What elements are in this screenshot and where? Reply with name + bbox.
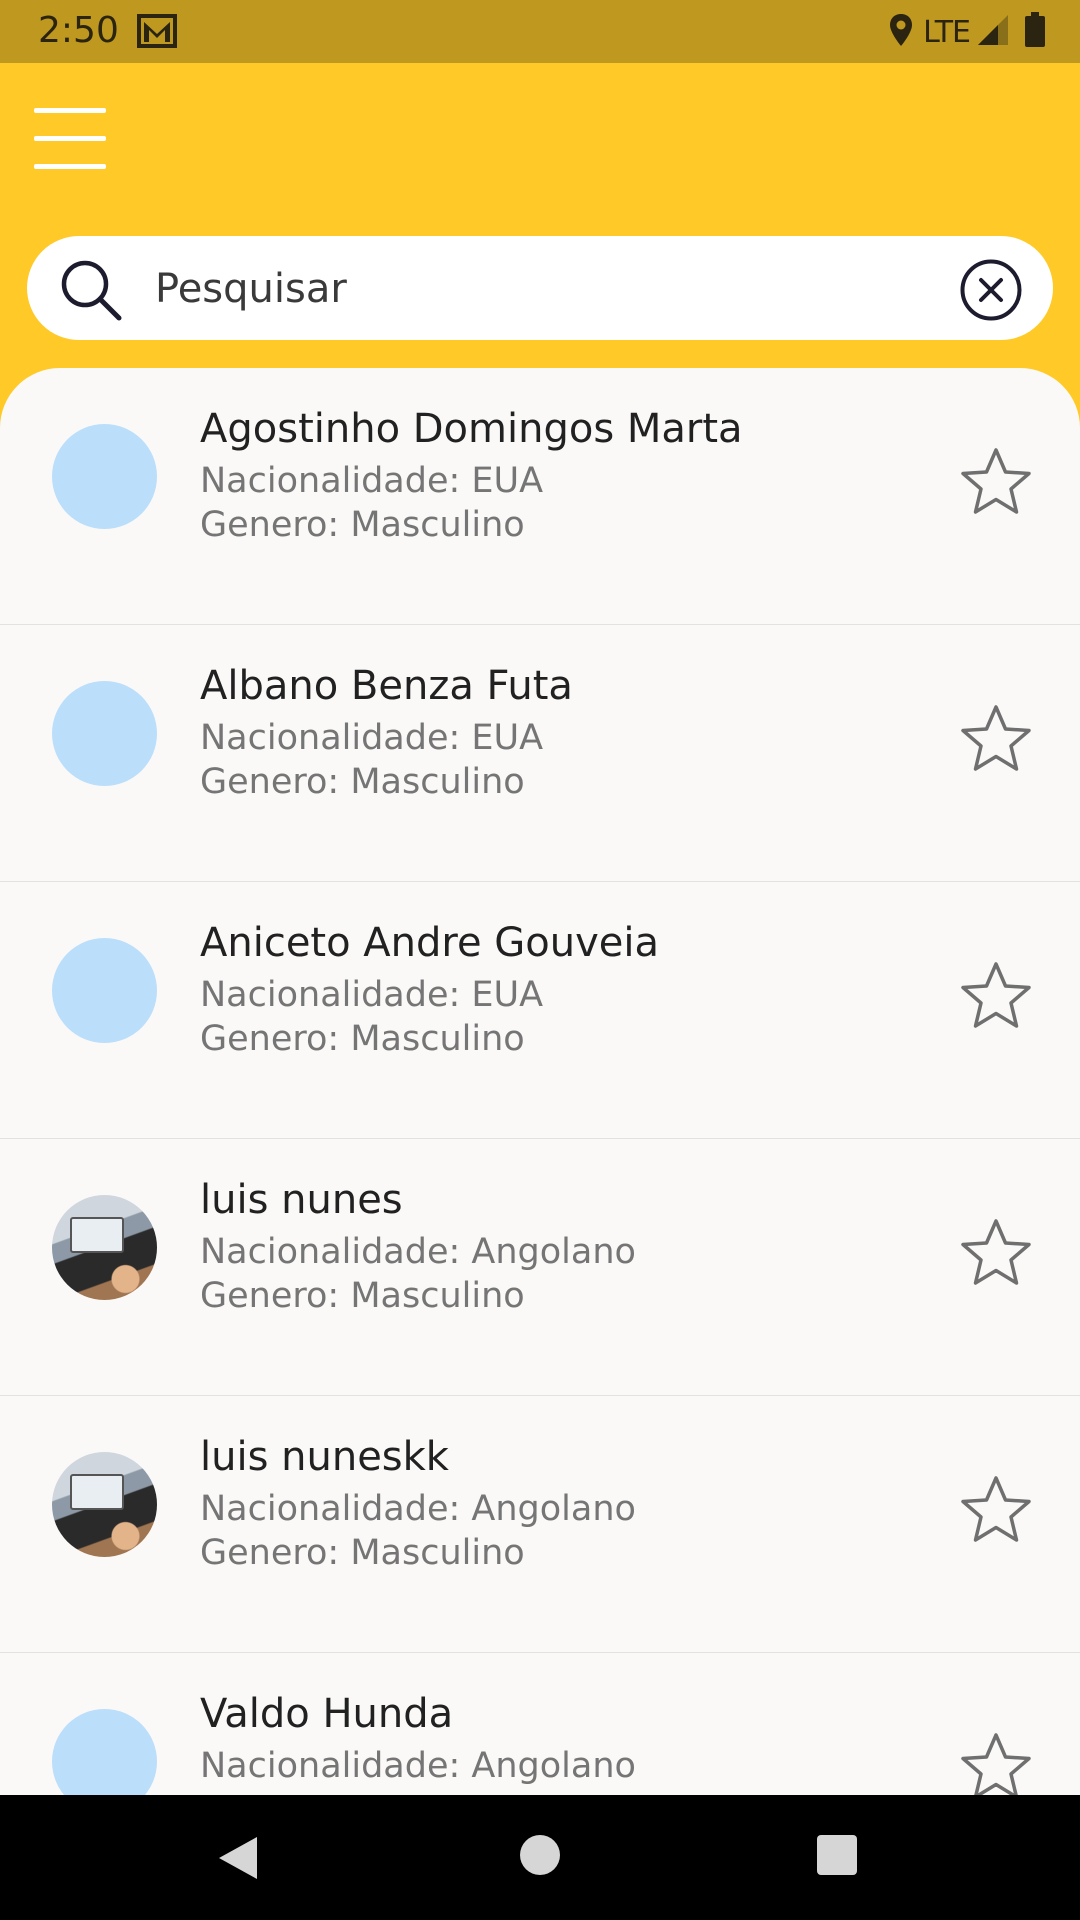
list-item[interactable]: Aniceto Andre Gouveia Nacionalidade: EUA… [0, 882, 1080, 1139]
avatar [52, 1195, 157, 1300]
avatar [52, 681, 157, 786]
location-icon [889, 13, 913, 51]
search-bar [27, 236, 1053, 340]
avatar [52, 424, 157, 529]
back-icon[interactable] [215, 1835, 259, 1885]
list-item[interactable]: luis nuneskk Nacionalidade: Angolano Gen… [0, 1396, 1080, 1653]
battery-icon [1024, 12, 1046, 52]
clear-circle-icon[interactable] [959, 258, 1023, 326]
person-name: luis nunes [200, 1177, 403, 1223]
person-name: Agostinho Domingos Marta [200, 406, 743, 452]
star-outline-icon[interactable] [958, 1217, 1034, 1293]
person-nationality: Nacionalidade: Angolano [200, 1489, 636, 1529]
person-nationality: Nacionalidade: EUA [200, 975, 544, 1015]
home-icon[interactable] [520, 1835, 560, 1875]
list-item[interactable]: luis nunes Nacionalidade: Angolano Gener… [0, 1139, 1080, 1396]
person-nationality: Nacionalidade: Angolano [200, 1746, 636, 1786]
navigation-bar [0, 1795, 1080, 1920]
app-bar [0, 63, 1080, 228]
person-name: Valdo Hunda [200, 1691, 454, 1737]
person-gender: Genero: Masculino [200, 1276, 525, 1316]
search-input[interactable] [153, 258, 957, 320]
network-type: LTE [923, 14, 971, 50]
avatar [52, 1709, 157, 1795]
search-icon [57, 256, 127, 330]
recents-icon[interactable] [817, 1835, 857, 1875]
person-name: luis nuneskk [200, 1434, 449, 1480]
star-outline-icon[interactable] [958, 446, 1034, 522]
person-nationality: Nacionalidade: EUA [200, 718, 544, 758]
person-nationality: Nacionalidade: EUA [200, 461, 544, 501]
star-outline-icon[interactable] [958, 703, 1034, 779]
status-time: 2:50 [38, 10, 119, 51]
person-nationality: Nacionalidade: Angolano [200, 1232, 636, 1272]
person-gender: Genero: Masculino [200, 505, 525, 545]
gmail-icon [137, 14, 177, 52]
person-gender: Genero: Masculino [200, 1019, 525, 1059]
people-list: Agostinho Domingos Marta Nacionalidade: … [0, 368, 1080, 1795]
star-outline-icon[interactable] [958, 960, 1034, 1036]
person-name: Aniceto Andre Gouveia [200, 920, 660, 966]
avatar [52, 1452, 157, 1557]
avatar [52, 938, 157, 1043]
person-gender: Genero: Masculino [200, 1533, 525, 1573]
status-icons: LTE [889, 12, 1046, 52]
list-item[interactable]: Valdo Hunda Nacionalidade: Angolano [0, 1653, 1080, 1795]
star-outline-icon[interactable] [958, 1731, 1034, 1795]
signal-icon [976, 13, 1010, 51]
person-gender: Genero: Masculino [200, 762, 525, 802]
list-item[interactable]: Agostinho Domingos Marta Nacionalidade: … [0, 368, 1080, 625]
list-item[interactable]: Albano Benza Futa Nacionalidade: EUA Gen… [0, 625, 1080, 882]
star-outline-icon[interactable] [958, 1474, 1034, 1550]
status-bar: 2:50 LTE [0, 0, 1080, 63]
hamburger-menu-icon[interactable] [34, 108, 114, 178]
person-name: Albano Benza Futa [200, 663, 573, 709]
